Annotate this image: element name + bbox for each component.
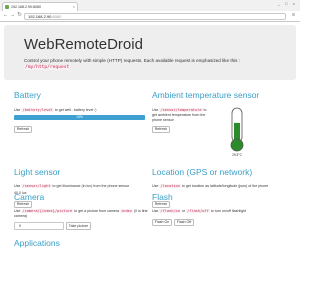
desc-use: Use [14, 184, 21, 188]
reload-icon[interactable]: ↻ [16, 12, 23, 19]
desc-use: Use [14, 209, 21, 213]
flash-description: Use /flash/on or /flash/off to turn on/o… [152, 209, 287, 214]
camera-index-code: index [120, 209, 133, 213]
desc-use: Use [14, 108, 21, 112]
desc-or: or [181, 209, 186, 213]
temperature-code: /sensor/temperature [159, 108, 203, 112]
battery-progress-bar: 13% [14, 115, 145, 120]
address-bar[interactable]: 192.168.2.90:8080 [24, 12, 286, 20]
desc-rest: to get well.. battery level :) [54, 108, 97, 112]
thermometer-reading: 29.5°C [232, 153, 242, 157]
light-description: Use /sensor/light to get illuminance (in… [14, 184, 146, 189]
camera-title: Camera [14, 192, 45, 202]
navigation-bar: ← → ↻ 192.168.2.90:8080 ≡ [0, 11, 300, 21]
thermometer-bulb [230, 138, 244, 152]
favicon-icon [5, 5, 9, 9]
camera-index-input[interactable]: 0 [14, 222, 64, 230]
applications-title: Applications [14, 238, 60, 248]
forward-icon[interactable]: → [9, 12, 16, 19]
camera-code: /camera/{index}/picture [21, 209, 74, 213]
desc-use: Use [152, 108, 159, 112]
header-desc-text: Control your phone remotely with simple … [24, 58, 230, 63]
tab-close-icon[interactable]: × [73, 3, 75, 11]
camera-description: Use /camera/{index}/picture to get a pic… [14, 209, 149, 219]
thermometer-icon: 29.5°C [230, 107, 244, 157]
light-code: /sensor/light [21, 184, 52, 188]
desc-rest: to get illuminance (in lux) from the pho… [52, 184, 130, 188]
battery-description: Use /battery/level to get well.. battery… [14, 108, 154, 113]
battery-code: /battery/level [21, 108, 54, 112]
light-refresh-button[interactable]: Refresh [14, 201, 32, 208]
header-desc-code: /my/http/request [24, 65, 71, 70]
url-host: 192.168.2.90 [28, 13, 52, 19]
location-description: Use /location to get location as latitud… [152, 184, 287, 189]
battery-refresh-button[interactable]: Refresh [14, 126, 32, 133]
desc-rest: to turn on/off flashlight [210, 209, 247, 213]
window-controls[interactable]: _ □ × [278, 1, 297, 6]
location-refresh-button[interactable]: Refresh [152, 201, 170, 208]
header-description: Control your phone remotely with simple … [24, 58, 279, 71]
header-desc-this: this : [230, 58, 241, 63]
flash-title: Flash [152, 192, 173, 202]
page-title: WebRemoteDroid [24, 36, 143, 53]
location-code: /location [159, 184, 181, 188]
desc-use: Use [152, 209, 159, 213]
browser-chrome: 192.168.2.90:8080 × _ □ × ← → ↻ 192.168.… [0, 0, 300, 22]
location-title: Location (GPS or network) [152, 167, 253, 177]
flash-on-button[interactable]: Flash On [152, 219, 172, 226]
menu-icon[interactable]: ≡ [290, 12, 297, 19]
desc-mid: to get a picture from camera [74, 209, 120, 213]
flash-on-code: /flash/on [159, 209, 181, 213]
light-title: Light sensor [14, 167, 61, 177]
temperature-title: Ambient temperature sensor [152, 90, 260, 100]
back-icon[interactable]: ← [2, 12, 9, 19]
header-jumbotron: WebRemoteDroid Control your phone remote… [4, 25, 296, 80]
temperature-description: Use /sensor/temperature to get ambient t… [152, 108, 210, 123]
desc-use: Use [152, 184, 159, 188]
battery-title: Battery [14, 90, 41, 100]
flash-off-code: /flash/off [186, 209, 210, 213]
temperature-refresh-button[interactable]: Refresh [152, 126, 170, 133]
desc-rest: to get location as latitude/longitude (j… [181, 184, 269, 188]
battery-progress: 13% [14, 115, 145, 120]
take-picture-button[interactable]: Take picture [66, 222, 91, 230]
url-port: :8080 [51, 13, 62, 19]
flash-off-button[interactable]: Flash Off [174, 219, 194, 226]
browser-tab[interactable]: 192.168.2.90:8080 × [2, 2, 78, 11]
tab-title: 192.168.2.90:8080 [11, 5, 41, 9]
